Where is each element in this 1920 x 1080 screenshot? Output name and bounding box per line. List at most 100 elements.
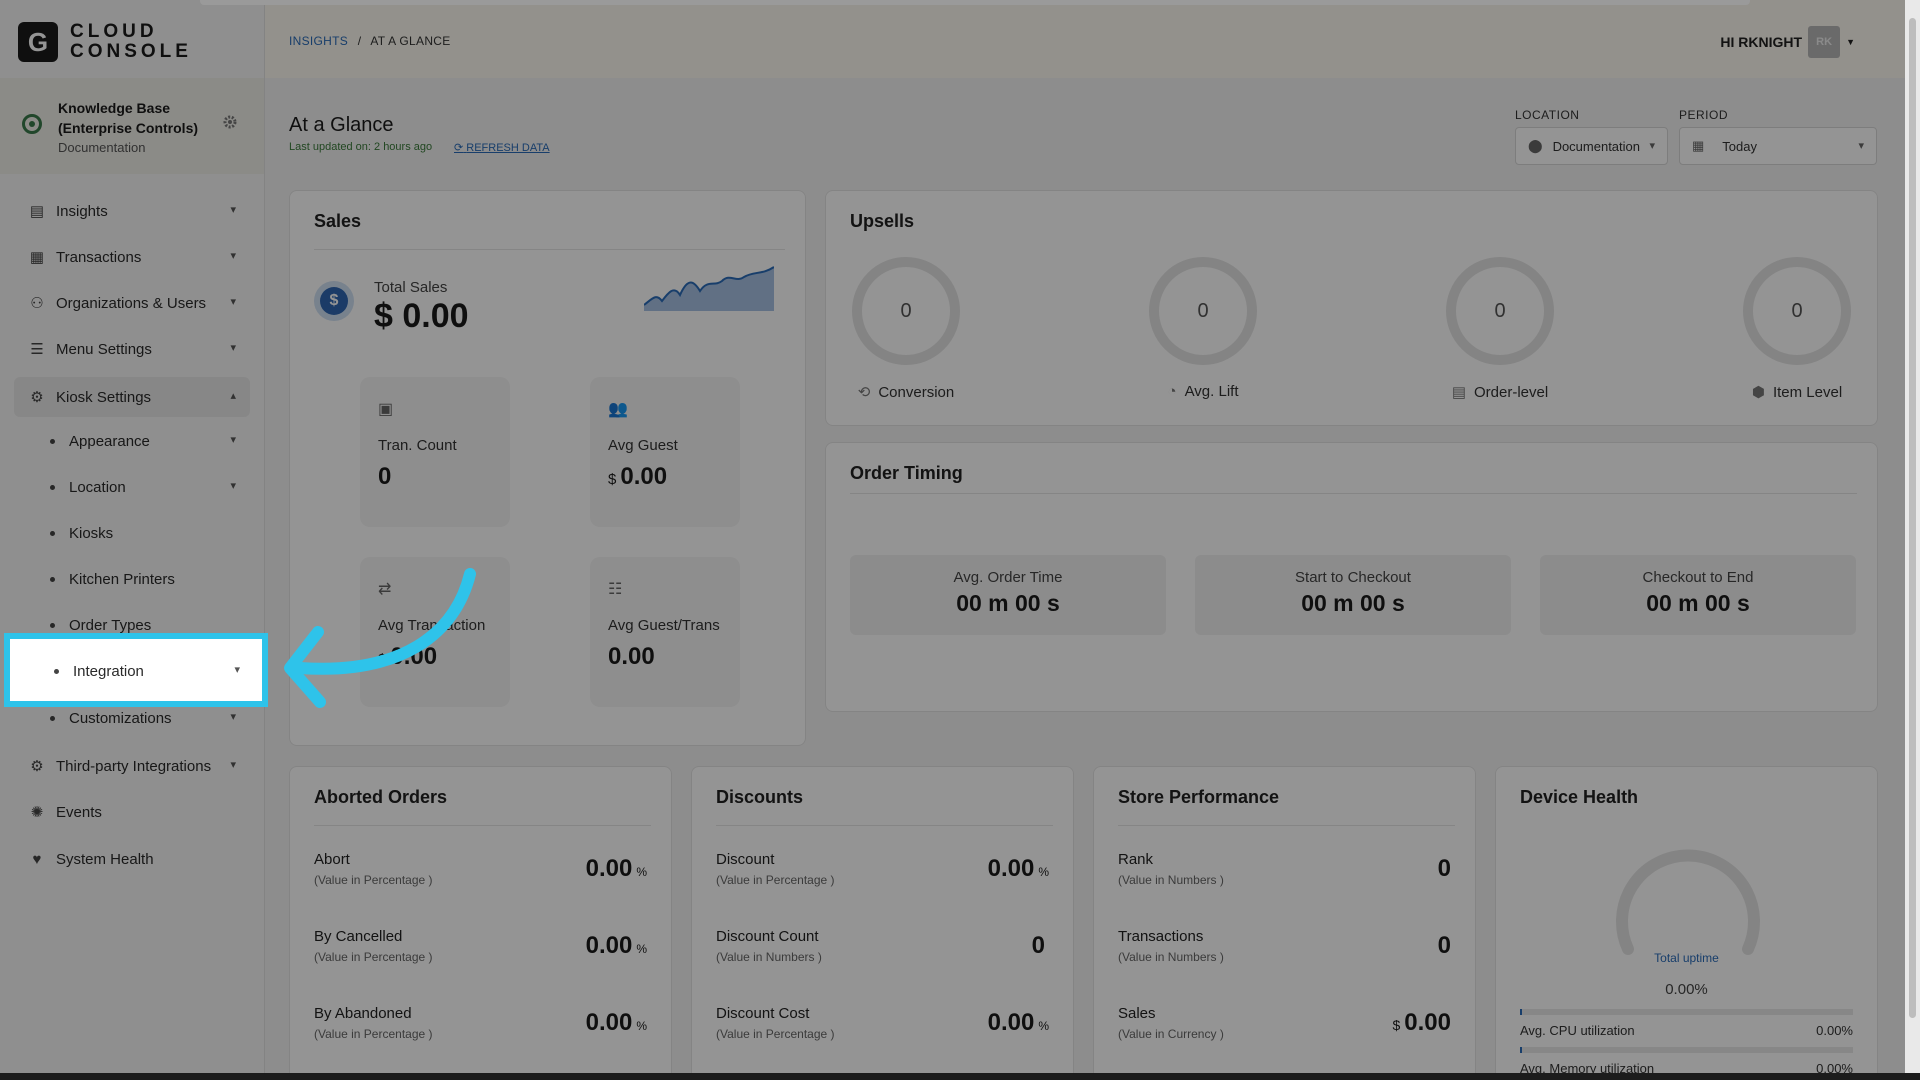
- upsells-title: Upsells: [850, 211, 915, 231]
- sidebar-item-events[interactable]: ✺ Events: [14, 792, 250, 832]
- avg-order-time: Avg. Order Time 00 m 00 s: [850, 555, 1166, 635]
- scrollbar-thumb[interactable]: [1909, 18, 1916, 1018]
- sidebar-item-label: Integration: [73, 662, 144, 680]
- chevron-down-icon: ▾: [230, 250, 236, 262]
- store-title: Store Performance: [1118, 787, 1280, 807]
- sidebar-item-integration[interactable]: Integration ▾: [18, 651, 254, 691]
- sidebar-item-label: Order Types: [69, 616, 152, 634]
- store-performance-card: Store Performance Rank (Value in Numbers…: [1093, 766, 1476, 1073]
- item-level-ring: 0: [1743, 257, 1851, 365]
- page-title: At a Glance: [289, 114, 394, 136]
- discounts-title: Discounts: [716, 787, 804, 807]
- checkout-to-end: Checkout to End 00 m 00 s: [1540, 555, 1856, 635]
- upsells-card: Upsells 0 ⟲ Conversion 0 ◔ Avg. Lift 0 ▤ Or…: [825, 190, 1878, 426]
- sidebar-item-label: Events: [56, 803, 102, 821]
- calendar-icon: ▦: [1692, 138, 1705, 153]
- chevron-up-icon: ▴: [230, 390, 236, 402]
- sidebar-item-organizations-users[interactable]: ⚇ Organizations & Users ▾: [14, 283, 250, 323]
- uptime-gauge: [1616, 849, 1760, 955]
- memory-utilization-bar: Avg. Memory utilization 0.00%: [1520, 1047, 1853, 1073]
- logo[interactable]: G CLOUD CONSOLE: [18, 22, 192, 62]
- sidebar-item-insights[interactable]: ▤ Insights ▾: [14, 191, 250, 231]
- sidebar-item-menu-settings[interactable]: ☰ Menu Settings ▾: [14, 329, 250, 369]
- sidebar-item-kiosk-settings[interactable]: ⚙ Kiosk Settings ▴: [14, 377, 250, 417]
- metric-row: Transactions (Value in Numbers ) 0: [1118, 928, 1451, 964]
- aborted-orders-card: Aborted Orders Abort (Value in Percentag…: [289, 766, 672, 1073]
- metric-row: Sales (Value in Currency ) $0.00: [1118, 1005, 1451, 1041]
- bullet-icon: [50, 438, 55, 444]
- user-menu[interactable]: HI RKNIGHT RK ▼: [1720, 26, 1855, 58]
- sidebar-item-location[interactable]: Location ▾: [14, 467, 250, 507]
- aborted-title: Aborted Orders: [314, 787, 448, 807]
- chevron-down-icon: ▾: [1858, 140, 1864, 152]
- sidebar-item-kitchen-printers[interactable]: Kitchen Printers: [14, 559, 250, 599]
- user-list-icon: ☷: [608, 581, 623, 598]
- divider: [1118, 825, 1455, 826]
- vertical-scrollbar[interactable]: [1905, 0, 1920, 1073]
- order-timing-title: Order Timing: [850, 463, 963, 483]
- receipt-icon: ▦: [29, 249, 45, 266]
- sidebar-item-transactions[interactable]: ▦ Transactions ▾: [14, 237, 250, 277]
- location-label: LOCATION: [1515, 108, 1580, 122]
- list-icon: ▤: [1451, 384, 1466, 401]
- sidebar-item-label: Transactions: [56, 248, 142, 266]
- metric-row: Abort (Value in Percentage ) 0.00%: [314, 851, 647, 887]
- order-level-ring: 0: [1446, 257, 1554, 365]
- device-health-card: Device Health Total uptime 0.00% Avg. CP…: [1495, 766, 1878, 1073]
- sidebar-item-system-health[interactable]: ♥ System Health: [14, 839, 250, 879]
- sidebar-item-label: Menu Settings: [56, 340, 152, 358]
- uptime-label: Total uptime: [1654, 951, 1719, 965]
- order-level-metric: 0 ▤ Order-level: [1420, 257, 1580, 401]
- chevron-down-icon: ▾: [230, 434, 236, 446]
- group-icon: 👥: [608, 401, 628, 418]
- metric-row: By Cancelled (Value in Percentage ) 0.00…: [314, 928, 647, 964]
- org-chart-icon: ⚇: [30, 295, 44, 312]
- bullet-icon: [50, 576, 55, 582]
- app-window: G CLOUD CONSOLE Knowledge Base (Enterpri…: [0, 0, 1905, 1073]
- bar-chart-icon: ▤: [29, 203, 45, 220]
- top-strip: [200, 0, 1750, 5]
- period-label: PERIOD: [1679, 108, 1729, 122]
- breadcrumb-current: AT A GLANCE: [370, 34, 451, 48]
- bullet-icon: [50, 622, 55, 628]
- sales-title: Sales: [314, 211, 362, 231]
- bullet-icon: [50, 484, 55, 490]
- conversion-icon: ⟲: [857, 384, 871, 401]
- refresh-data-link[interactable]: ⟳ REFRESH DATA: [454, 141, 550, 154]
- cog-icon: ⚙: [30, 389, 44, 406]
- sidebar-item-label: Location: [69, 478, 126, 496]
- sidebar-item-third-party-integrations[interactable]: ⚙ Third-party Integrations ▾: [14, 746, 250, 786]
- sidebar-item-label: Kiosk Settings: [56, 388, 152, 406]
- highlight-box: Integration ▾: [4, 633, 268, 707]
- box-icon: ⬢: [1751, 384, 1765, 401]
- gear-icon[interactable]: [222, 114, 238, 130]
- divider: [716, 825, 1053, 826]
- sidebar-item-appearance[interactable]: Appearance ▾: [14, 421, 250, 461]
- dollar-icon: $: [314, 281, 354, 321]
- device-title: Device Health: [1520, 787, 1639, 807]
- conversion-metric: 0 ⟲ Conversion: [826, 257, 986, 401]
- breadcrumb: INSIGHTS / AT A GLANCE: [289, 34, 451, 48]
- location-pin-icon: [22, 114, 42, 134]
- chevron-down-icon: ▾: [230, 296, 236, 308]
- chevron-down-icon: ▾: [234, 664, 240, 676]
- chevron-down-icon: ▾: [230, 480, 236, 492]
- avg-lift-ring: 0: [1149, 257, 1257, 365]
- discounts-card: Discounts Discount (Value in Percentage …: [691, 766, 1074, 1073]
- location-select[interactable]: ⬤ Documentation ▾: [1515, 127, 1668, 165]
- divider: [850, 493, 1857, 494]
- period-select[interactable]: ▦ Today ▾: [1679, 127, 1877, 165]
- conversion-ring: 0: [852, 257, 960, 365]
- breadcrumb-insights[interactable]: INSIGHTS: [289, 34, 348, 48]
- avg-guest-trans-tile: ☷ Avg Guest/Trans 0.00: [590, 557, 740, 707]
- metric-row: Discount (Value in Percentage ) 0.00%: [716, 851, 1049, 887]
- total-sales-value: $ 0.00: [374, 297, 469, 335]
- refresh-icon: ⟳: [454, 142, 464, 154]
- sidebar-item-kiosks[interactable]: Kiosks: [14, 513, 250, 553]
- breadcrumb-separator: /: [357, 34, 362, 48]
- counter-icon: ▣: [378, 401, 394, 418]
- logo-mark: G: [18, 22, 58, 62]
- workspace-subtitle: Documentation: [58, 140, 146, 155]
- sidebar-item-label: System Health: [56, 850, 154, 868]
- map-pin-icon: ⬤: [1528, 138, 1543, 153]
